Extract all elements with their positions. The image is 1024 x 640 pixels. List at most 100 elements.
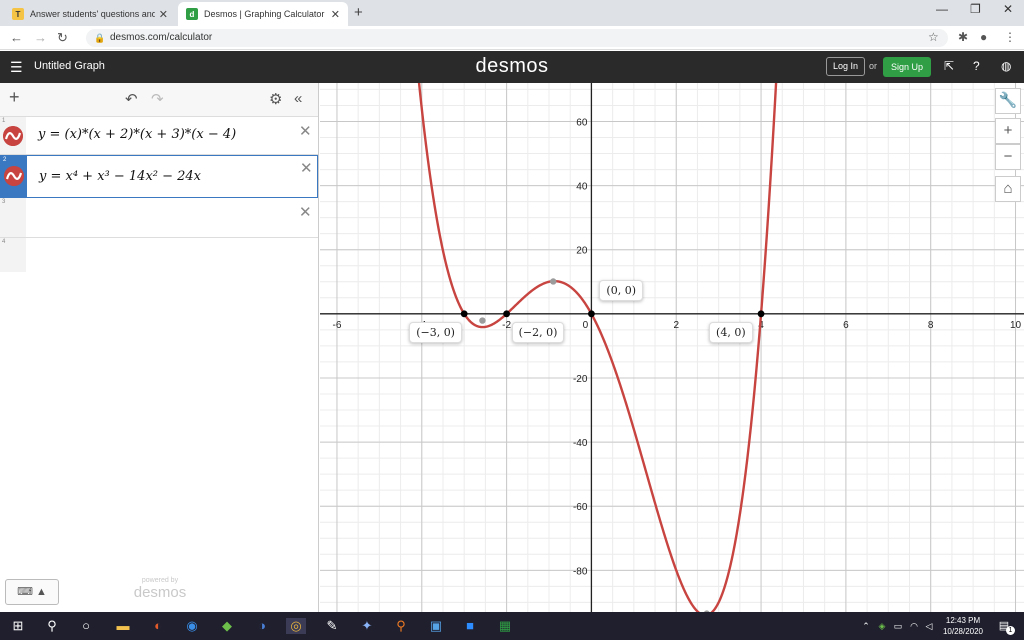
login-button[interactable]: Log In bbox=[826, 57, 866, 76]
point-coordinate-label[interactable]: (4, 0) bbox=[709, 321, 753, 343]
system-clock[interactable]: 12:43 PM 10/28/2020 bbox=[935, 615, 991, 637]
tab-title: Answer students' questions and bbox=[30, 9, 155, 19]
expression-number: 4 bbox=[2, 239, 6, 245]
windows-taskbar: ⊞ ⚲ ○ ▬ ◐ ◉ ◆ ◑ ◎ ✎ ✦ ⚲ ▣ ■ ▦ ⌃ ◈ ▭ ◠ ◁ … bbox=[0, 612, 1024, 640]
show-hidden-icons[interactable]: ⌃ bbox=[858, 618, 874, 634]
tab-favicon-icon: T bbox=[12, 8, 24, 20]
url-text: desmos.com/calculator bbox=[110, 32, 213, 43]
windows-start-icon[interactable]: ⊞ bbox=[10, 618, 26, 634]
profile-icon[interactable]: ● bbox=[980, 30, 987, 44]
close-tab-icon[interactable]: ✕ bbox=[331, 8, 340, 21]
excel-icon[interactable]: ▦ bbox=[497, 618, 513, 634]
intercept-point bbox=[757, 310, 765, 318]
collapse-panel-icon[interactable]: « bbox=[294, 90, 302, 107]
search-app-icon[interactable]: ⚲ bbox=[393, 618, 409, 634]
point-coordinate-label[interactable]: (−3, 0) bbox=[409, 321, 462, 343]
app-icon[interactable]: ▣ bbox=[428, 618, 444, 634]
expression-row-2[interactable]: 2 y = x⁴ + x³ − 14x² − 24x ✕ bbox=[0, 155, 318, 198]
chrome-icon[interactable]: ◎ bbox=[286, 618, 306, 634]
battery-icon[interactable]: ▭ bbox=[890, 618, 906, 634]
powered-by-text: powered by bbox=[141, 577, 179, 584]
x-tick-label: 0 bbox=[583, 320, 589, 331]
add-item-icon[interactable]: + bbox=[9, 87, 20, 108]
address-bar: ← → ↻ 🔒 desmos.com/calculator ☆ ✱ ● ⋮ bbox=[0, 26, 1024, 50]
forward-icon[interactable]: → bbox=[34, 30, 47, 45]
y-tick-label: -20 bbox=[573, 374, 588, 385]
url-field[interactable]: 🔒 desmos.com/calculator bbox=[86, 29, 948, 47]
app-icon[interactable]: ◆ bbox=[219, 618, 235, 634]
intercept-point bbox=[503, 310, 511, 318]
close-tab-icon[interactable]: ✕ bbox=[159, 8, 168, 21]
y-tick-label: -60 bbox=[573, 502, 588, 513]
settings-gear-icon[interactable]: ⚙ bbox=[269, 90, 282, 108]
default-viewport-home-icon[interactable]: ⌂ bbox=[995, 176, 1021, 202]
app-icon[interactable]: ✦ bbox=[359, 618, 375, 634]
graph-style-icon[interactable] bbox=[4, 166, 24, 186]
task-view-icon[interactable]: ○ bbox=[78, 618, 94, 634]
point-coordinate-label[interactable]: (−2, 0) bbox=[511, 321, 565, 343]
intercept-point bbox=[460, 310, 468, 318]
expression-row-4[interactable]: 4 bbox=[0, 238, 318, 272]
zoom-in-button[interactable]: + bbox=[995, 118, 1021, 144]
keypad-toggle-button[interactable]: ⌨ ▲ bbox=[5, 579, 59, 605]
clock-time: 12:43 PM bbox=[945, 616, 981, 625]
expression-input[interactable]: y = (x)*(x + 2)*(x + 3)*(x − 4) bbox=[38, 127, 236, 142]
tray-app-icon[interactable]: ◈ bbox=[874, 618, 890, 634]
expression-input[interactable]: y = x⁴ + x³ − 14x² − 24x bbox=[39, 169, 201, 184]
graph-settings-wrench-icon[interactable]: 🔧 bbox=[995, 88, 1021, 114]
back-icon[interactable]: ← bbox=[10, 30, 23, 45]
notification-count-badge: 1 bbox=[1006, 626, 1015, 635]
menu-icon[interactable]: ⋮ bbox=[1004, 30, 1016, 44]
close-window-icon[interactable]: ✕ bbox=[1003, 2, 1013, 16]
extremum-point bbox=[550, 278, 557, 285]
x-tick-label: -6 bbox=[333, 320, 342, 331]
wifi-icon[interactable]: ◠ bbox=[906, 618, 922, 634]
x-tick-label: 8 bbox=[928, 320, 934, 331]
bookmark-star-icon[interactable]: ☆ bbox=[928, 30, 939, 44]
y-tick-label: -80 bbox=[573, 566, 588, 577]
search-icon[interactable]: ⚲ bbox=[44, 618, 60, 634]
expression-toolbar: + ↶ ↷ ⚙ « bbox=[0, 83, 318, 117]
tab-desmos[interactable]: d Desmos | Graphing Calculator ✕ bbox=[178, 2, 348, 26]
delete-expression-icon[interactable]: ✕ bbox=[300, 159, 313, 177]
extremum-point bbox=[479, 317, 486, 324]
help-icon[interactable]: ? bbox=[973, 59, 980, 73]
signup-button[interactable]: Sign Up bbox=[883, 57, 932, 77]
app-icon[interactable]: ✎ bbox=[324, 618, 340, 634]
tab-answer-students[interactable]: T Answer students' questions and ✕ bbox=[4, 2, 176, 26]
intercept-point bbox=[588, 310, 595, 318]
language-globe-icon[interactable]: ◍ bbox=[1001, 59, 1011, 73]
delete-expression-icon[interactable]: ✕ bbox=[299, 122, 312, 140]
redo-icon[interactable]: ↷ bbox=[151, 90, 164, 108]
file-explorer-icon[interactable]: ▬ bbox=[115, 618, 131, 634]
tab-title: Desmos | Graphing Calculator bbox=[204, 9, 325, 19]
restore-icon[interactable]: ❐ bbox=[970, 2, 981, 16]
expression-row-3[interactable]: 3 ✕ bbox=[0, 198, 318, 238]
point-coordinate-label[interactable]: (0, 0) bbox=[599, 279, 643, 301]
powered-by-desmos: powered by desmos bbox=[110, 577, 210, 601]
graph-paper[interactable]: -6-4-20246810-80-60-40-20204060 bbox=[320, 83, 1024, 612]
x-tick-label: 10 bbox=[1010, 320, 1022, 331]
function-curve bbox=[417, 83, 778, 612]
zoom-out-button[interactable]: − bbox=[995, 144, 1021, 170]
zoom-app-icon[interactable]: ■ bbox=[462, 618, 478, 634]
edge-icon[interactable]: ◉ bbox=[184, 618, 200, 634]
app-icon[interactable]: ◐ bbox=[150, 618, 166, 634]
x-tick-label: -2 bbox=[502, 320, 511, 331]
delete-expression-icon[interactable]: ✕ bbox=[299, 203, 312, 221]
extensions-icon[interactable]: ✱ bbox=[958, 30, 968, 44]
expression-number: 2 bbox=[3, 157, 7, 163]
app-icon[interactable]: ◑ bbox=[254, 618, 270, 634]
y-tick-label: 20 bbox=[576, 246, 588, 257]
graph-svg[interactable]: -6-4-20246810-80-60-40-20204060 bbox=[320, 83, 1024, 612]
reload-icon[interactable]: ↻ bbox=[57, 30, 68, 46]
share-icon[interactable]: ⇱ bbox=[944, 59, 954, 73]
expression-number: 3 bbox=[2, 199, 6, 205]
graph-style-icon[interactable] bbox=[3, 126, 23, 146]
expression-number: 1 bbox=[2, 118, 6, 124]
browser-tabstrip: T Answer students' questions and ✕ d Des… bbox=[0, 0, 1024, 26]
minimize-icon[interactable]: — bbox=[936, 2, 948, 16]
new-tab-icon[interactable]: + bbox=[354, 4, 363, 21]
expression-row-1[interactable]: 1 y = (x)*(x + 2)*(x + 3)*(x − 4) ✕ bbox=[0, 117, 318, 155]
undo-icon[interactable]: ↶ bbox=[125, 90, 138, 108]
